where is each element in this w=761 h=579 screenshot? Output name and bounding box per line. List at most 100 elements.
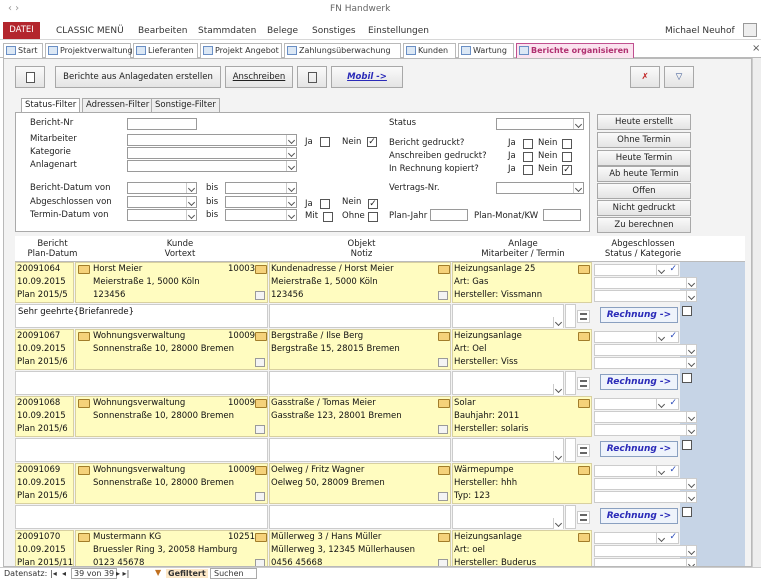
anlage-name[interactable]: Solar (454, 398, 476, 408)
bericht-datum[interactable]: 10.09.2015 (17, 344, 66, 354)
notiz-field[interactable] (269, 304, 451, 328)
objekt-name[interactable]: Bergstraße / Ilse Berg (271, 331, 363, 341)
chevron-down-icon[interactable] (573, 183, 583, 193)
ohne-checkbox[interactable] (368, 212, 378, 222)
phone-icon[interactable] (255, 358, 265, 367)
folder-icon[interactable] (78, 533, 90, 542)
clear-filter-button[interactable]: ✗ (630, 66, 660, 88)
berichte-anlagen-button[interactable]: Berichte aus Anlagedaten erstellen (55, 66, 221, 88)
kategorie-select[interactable] (127, 147, 297, 159)
objekt-telefon[interactable]: 123456 (271, 290, 303, 300)
rechnung-button[interactable]: Rechnung -> (600, 374, 678, 390)
kategorie-combo[interactable] (594, 277, 697, 289)
rechnung-checkbox[interactable] (682, 373, 692, 383)
kunde-name[interactable]: Wohnungsverwaltung (93, 331, 185, 341)
anschreiben-button[interactable]: Anschreiben (225, 66, 293, 88)
menu-sonstiges[interactable]: Sonstiges (312, 26, 356, 36)
chevron-down-icon[interactable] (553, 384, 563, 395)
nein-checkbox[interactable] (562, 139, 572, 149)
anlage-name[interactable]: Heizungsanlage (454, 331, 522, 341)
plan-jahr-field[interactable] (430, 209, 468, 221)
chevron-down-icon[interactable] (656, 466, 666, 476)
prev-record-icon[interactable]: ◂ (62, 569, 66, 578)
close-tab-icon[interactable]: × (752, 43, 760, 54)
preview-button[interactable] (297, 66, 327, 88)
ja-checkbox[interactable] (523, 139, 533, 149)
objekt-name[interactable]: Gasstraße / Tomas Meier (271, 398, 376, 408)
zu-berechnen-button[interactable]: Zu berechnen (597, 217, 691, 233)
abgeschlossen-combo[interactable] (594, 491, 697, 503)
tab-projekt-angebot[interactable]: Projekt Angebot (200, 43, 282, 58)
scroll-up-down[interactable] (565, 505, 576, 529)
bericht-datum[interactable]: 10.09.2015 (17, 478, 66, 488)
folder-icon[interactable] (78, 466, 90, 475)
kunde-adresse[interactable]: Sonnenstraße 10, 28000 Bremen (93, 478, 234, 488)
notiz-field[interactable] (269, 438, 451, 462)
anlage-art[interactable]: Art: Oel (454, 344, 487, 354)
filter-state[interactable]: Gefiltert (166, 569, 208, 578)
status-combo[interactable]: ✓ (594, 532, 679, 544)
kunde-nr[interactable]: 10009 (228, 331, 255, 341)
chevron-down-icon[interactable] (686, 546, 696, 556)
status-combo[interactable]: ✓ (594, 331, 679, 343)
abgeschlossen-bis-field[interactable] (225, 196, 297, 208)
heute-erstellt-button[interactable]: Heute erstellt (597, 114, 691, 130)
nein-checkbox[interactable] (562, 152, 572, 162)
plan-datum[interactable]: Plan 2015/5 (17, 290, 68, 300)
rechnung-button[interactable]: Rechnung -> (600, 508, 678, 524)
tab-status-filter[interactable]: Status-Filter (21, 98, 81, 113)
scroll-up-down[interactable] (565, 304, 576, 328)
anlagenart-select[interactable] (127, 160, 297, 172)
nein-checkbox[interactable]: ✓ (367, 137, 377, 147)
anlage-name[interactable]: Wärmepumpe (454, 465, 514, 475)
chevron-down-icon[interactable] (656, 533, 666, 543)
folder-icon[interactable] (438, 466, 450, 475)
chevron-down-icon[interactable] (186, 197, 196, 207)
bericht-nr[interactable]: 20091068 (17, 398, 60, 408)
new-report-button[interactable] (15, 66, 45, 88)
menu-bearbeiten[interactable]: Bearbeiten (138, 26, 187, 36)
anlage-name[interactable]: Heizungsanlage 25 (454, 264, 535, 274)
bericht-nr[interactable]: 20091069 (17, 465, 60, 475)
phone-icon[interactable] (438, 425, 448, 434)
chevron-down-icon[interactable] (686, 358, 696, 368)
nicht-gedruckt-button[interactable]: Nicht gedruckt (597, 200, 691, 216)
bericht-nr[interactable]: 20091070 (17, 532, 60, 542)
kunde-name[interactable]: Wohnungsverwaltung (93, 465, 185, 475)
anlage-hersteller[interactable]: Hersteller: Buderus (454, 558, 536, 566)
phone-icon[interactable] (438, 492, 448, 501)
phone-icon[interactable] (438, 291, 448, 300)
menu-datei[interactable]: DATEI (3, 22, 40, 39)
objekt-adresse[interactable]: Gasstraße 123, 28001 Bremen (271, 411, 402, 421)
ja-checkbox[interactable] (320, 137, 330, 147)
record-position[interactable]: 39 von 39 (71, 568, 118, 579)
kunde-nr[interactable]: 10251 (228, 532, 255, 542)
search-field[interactable]: Suchen (210, 568, 257, 579)
rechnung-checkbox[interactable] (682, 507, 692, 517)
plan-monat-field[interactable] (543, 209, 581, 221)
kunde-adresse[interactable]: Sonnenstraße 10, 28000 Bremen (93, 411, 234, 421)
rechnung-checkbox[interactable] (682, 306, 692, 316)
termin-bis-field[interactable] (225, 209, 297, 221)
chevron-down-icon[interactable] (286, 161, 296, 171)
offen-button[interactable]: Offen (597, 183, 691, 199)
tab-lieferanten[interactable]: Lieferanten (133, 43, 198, 58)
folder-icon[interactable] (578, 265, 590, 274)
chevron-down-icon[interactable] (686, 291, 696, 301)
kategorie-combo[interactable] (594, 411, 697, 423)
chevron-down-icon[interactable] (656, 399, 666, 409)
tab-sonstige-filter[interactable]: Sonstige-Filter (151, 98, 220, 112)
folder-icon[interactable] (255, 399, 267, 408)
chevron-down-icon[interactable] (686, 492, 696, 502)
status-combo[interactable]: ✓ (594, 398, 679, 410)
tab-projektverwaltung[interactable]: Projektverwaltung (45, 43, 133, 58)
kunde-name[interactable]: Mustermann KG (93, 532, 161, 542)
mobil-button[interactable]: Mobil -> (331, 66, 403, 88)
anlage-art[interactable]: Bauhjahr: 2011 (454, 411, 519, 421)
scroll-up-down[interactable] (565, 371, 576, 395)
vertical-scrollbar[interactable] (752, 58, 761, 567)
phone-icon[interactable] (438, 559, 448, 566)
plan-datum[interactable]: Plan 2015/11 (17, 558, 73, 566)
ja-checkbox[interactable] (523, 152, 533, 162)
mitarbeiter-select[interactable] (127, 134, 297, 146)
